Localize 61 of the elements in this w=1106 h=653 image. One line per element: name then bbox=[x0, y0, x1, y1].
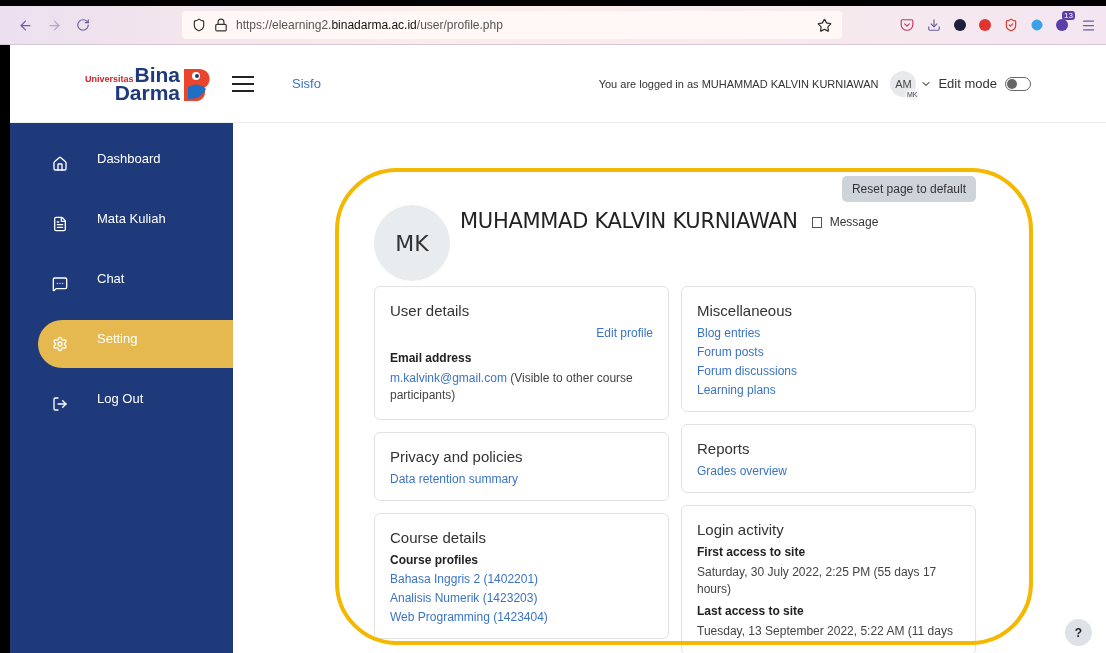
sidebar-item-icon bbox=[52, 396, 68, 412]
sidebar-item-icon bbox=[52, 216, 68, 232]
logo-prefix: Universitas bbox=[85, 75, 134, 84]
profile-avatar: MK bbox=[374, 205, 450, 281]
download-icon[interactable] bbox=[927, 18, 941, 32]
address-bar[interactable]: https://elearning2.binadarma.ac.id/user/profile.php bbox=[182, 11, 842, 39]
card-title: Course details bbox=[390, 528, 487, 546]
sidebar-item[interactable]: Log Out bbox=[10, 380, 233, 428]
card-link[interactable]: Bahasa Inggris 2 (1402201) bbox=[390, 571, 653, 586]
field-label: Email address bbox=[390, 351, 473, 365]
menu-icon[interactable] bbox=[1081, 17, 1096, 33]
card-link[interactable]: Blog entries bbox=[697, 326, 960, 340]
nav-link[interactable]: Sisfo bbox=[292, 76, 321, 91]
sidebar-item[interactable]: Dashboard bbox=[10, 140, 233, 188]
sidebar-item-icon bbox=[52, 276, 68, 292]
extension-badge: 13 bbox=[1062, 11, 1075, 20]
logo-word: Darma bbox=[114, 83, 181, 102]
card-link[interactable]: Forum discussions bbox=[697, 364, 960, 378]
card-link[interactable]: Grades overview bbox=[697, 464, 960, 478]
shield-icon bbox=[192, 18, 206, 32]
field-value: Tuesday, 13 September 2022, 5:22 AM (11 days bbox=[697, 622, 954, 640]
pocket-icon[interactable] bbox=[900, 18, 914, 32]
field-value: Saturday, 30 July 2022, 2:25 PM (55 days 17 hours) bbox=[697, 564, 938, 599]
card-link[interactable]: Learning plans bbox=[697, 383, 960, 397]
extension-icon[interactable] bbox=[1056, 19, 1068, 31]
hamburger-menu-icon[interactable] bbox=[232, 75, 255, 92]
card-link[interactable]: Forum posts bbox=[697, 345, 960, 359]
shield-extension-icon[interactable] bbox=[1004, 18, 1018, 32]
card-title: Miscellaneous bbox=[697, 302, 794, 319]
email-text: m.kalvink@gmail.com (Visible to other course participants) bbox=[390, 370, 634, 405]
sidebar-item[interactable]: Chat bbox=[10, 260, 233, 308]
message-icon bbox=[811, 216, 822, 228]
profile-name: MUHAMMAD KALVIN KURNIAWAN bbox=[460, 209, 798, 233]
url-text: https://elearning2.binadarma.ac.id/user/profile.php bbox=[236, 18, 504, 32]
sidebar-item-icon bbox=[52, 156, 68, 172]
edit-profile-link[interactable]: Edit profile bbox=[596, 326, 653, 340]
adblock-icon[interactable] bbox=[979, 19, 991, 31]
field-label: First access to site bbox=[697, 545, 807, 559]
edit-mode-toggle[interactable] bbox=[1005, 76, 1031, 91]
extension-icon[interactable] bbox=[954, 19, 966, 31]
edit-mode-label: Edit mode bbox=[938, 76, 997, 91]
back-icon[interactable] bbox=[18, 17, 33, 33]
lock-icon bbox=[214, 18, 228, 32]
card-title: Login activity bbox=[697, 521, 785, 538]
reload-icon[interactable] bbox=[76, 18, 90, 32]
field-label: Last access to site bbox=[697, 603, 805, 618]
sidebar-item[interactable]: Mata Kuliah bbox=[10, 200, 233, 248]
field-label: Course profiles bbox=[390, 552, 480, 567]
email-link[interactable]: m.kalvink@gmail.com bbox=[390, 371, 507, 385]
reset-page-button[interactable]: Reset page to default bbox=[841, 176, 976, 202]
card-title: Reports bbox=[697, 440, 751, 457]
card-link[interactable]: Analisis Numerik (1423203) bbox=[390, 590, 653, 605]
logo-word: Bina bbox=[134, 65, 181, 84]
bookmark-star-icon[interactable] bbox=[817, 17, 832, 33]
login-status-text: You are logged in as MUHAMMAD KALVIN KURNIAWAN bbox=[598, 77, 879, 90]
card-link[interactable]: Web Programming (1423404) bbox=[390, 609, 653, 624]
sidebar-item-icon bbox=[52, 336, 68, 352]
card-title: Privacy and policies bbox=[390, 447, 524, 465]
card-title: User details bbox=[390, 302, 471, 319]
card-link[interactable]: Data retention summary bbox=[390, 471, 653, 486]
message-link[interactable]: Message bbox=[811, 215, 879, 229]
